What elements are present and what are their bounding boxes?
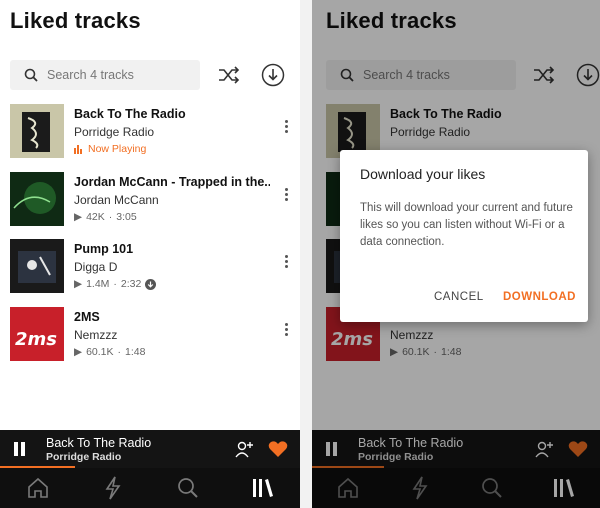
track-title: Back To The Radio [74,107,186,121]
home-icon [27,477,48,498]
track-artist: Nemzzz [74,328,118,342]
add-user-icon[interactable] [234,439,254,459]
search-input[interactable]: Search 4 tracks [10,60,200,90]
nav-stream[interactable] [98,474,128,502]
track-stats: ▶ 42K · 3:05 [74,211,137,223]
duration: 1:48 [125,346,146,358]
download-likes-dialog: Download your likes This will download y… [340,150,588,322]
play-count: 60.1K [86,346,114,358]
library-icon [252,479,273,497]
dialog-message: This will download your current and futu… [360,202,573,248]
track-title: 2MS [74,310,100,324]
track-row[interactable]: Back To The Radio Porridge Radio Now Pla… [10,104,295,160]
svg-text:2ms: 2ms [15,329,57,350]
album-cover [10,239,64,293]
track-stats: ▶ 1.4M · 2:32 [74,278,157,290]
album-cover: 2ms [10,307,64,361]
now-playing-label: Now Playing [88,143,147,155]
page-title: Liked tracks [10,8,141,33]
pause-icon[interactable] [14,442,26,456]
more-options-icon[interactable] [281,118,291,138]
equalizer-icon [74,144,82,154]
separator-dot: · [117,346,122,358]
more-options-icon[interactable] [281,186,291,206]
track-artist: Porridge Radio [74,125,155,139]
mini-player[interactable]: Back To The Radio Porridge Radio [0,430,300,468]
track-artist: Jordan McCann [74,193,159,207]
play-count-icon: ▶ [74,278,83,290]
now-playing-indicator: Now Playing [74,143,146,155]
track-stats: ▶ 60.1K · 1:48 [74,346,145,358]
separator-dot: · [108,211,113,223]
more-options-icon[interactable] [281,321,291,341]
track-row[interactable]: 2ms 2MS Nemzzz ▶ 60.1K · 1:48 [10,307,295,363]
duration: 3:05 [116,211,137,223]
track-row[interactable]: Jordan McCann - Trapped in the... Jordan… [10,172,295,228]
nav-search[interactable] [173,474,203,502]
mini-player-artist: Porridge Radio [46,451,122,463]
track-artist: Digga D [74,260,118,274]
track-row[interactable]: Pump 101 Digga D ▶ 1.4M · 2:32 [10,239,295,295]
cancel-button[interactable]: CANCEL [434,291,484,303]
play-count: 1.4M [86,278,110,290]
play-count: 42K [86,211,105,223]
download-button[interactable]: DOWNLOAD [503,291,576,303]
search-icon [177,478,198,498]
track-title: Jordan McCann - Trapped in the... [74,175,270,189]
nav-library[interactable] [248,474,278,502]
mini-player-title: Back To The Radio [46,436,152,450]
heart-icon[interactable] [268,440,288,458]
bottom-nav [0,468,300,508]
liked-tracks-screen-with-dialog: Liked tracks Search 4 tracks Back To The… [312,0,600,508]
search-icon [24,68,38,82]
album-cover [10,172,64,226]
search-placeholder: Search 4 tracks [47,68,134,82]
play-count-icon: ▶ [74,211,83,223]
more-options-icon[interactable] [281,253,291,273]
screen-divider [300,0,312,508]
download-icon[interactable] [261,63,285,87]
nav-home[interactable] [23,474,53,502]
lightning-icon [105,476,121,500]
dialog-title: Download your likes [360,166,486,182]
downloaded-icon [145,278,157,290]
album-cover [10,104,64,158]
separator-dot: · [113,278,117,290]
liked-tracks-screen: Liked tracks Search 4 tracks Back To The… [0,0,300,508]
track-title: Pump 101 [74,242,134,256]
duration: 2:32 [120,278,142,290]
play-count-icon: ▶ [74,346,83,358]
shuffle-icon[interactable] [217,64,241,86]
